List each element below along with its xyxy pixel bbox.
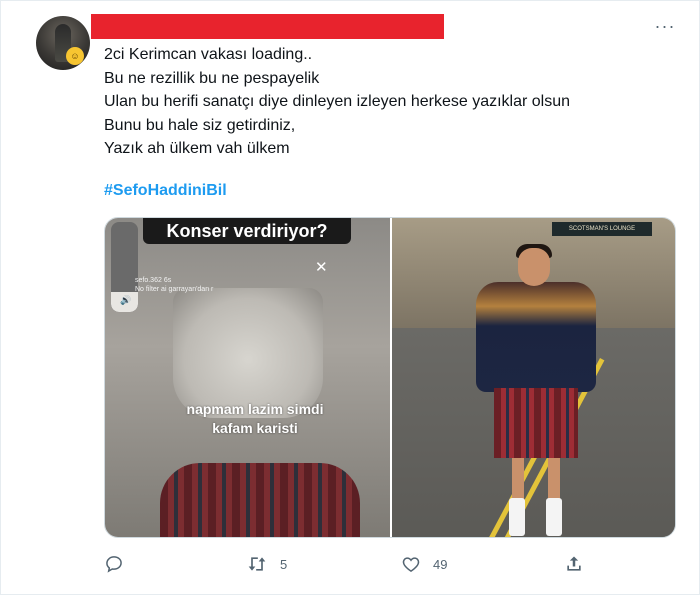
retweet-button[interactable]: 5 (246, 553, 287, 575)
toilet-photo (173, 288, 323, 418)
username-redaction (91, 14, 444, 39)
sock (509, 498, 525, 536)
retweet-icon (248, 557, 266, 571)
person-photo (476, 244, 596, 537)
kilt-photo (160, 463, 360, 537)
share-button[interactable] (564, 553, 584, 575)
jacket (476, 282, 596, 392)
more-icon[interactable]: ··· (653, 17, 677, 37)
like-icon (402, 557, 420, 572)
tweet-line: 2ci Kerimcan vakası loading.. (104, 46, 313, 63)
shop-sign: SCOTSMAN'S LOUNGE (552, 222, 652, 236)
emoji-icon: ☺ (66, 47, 84, 65)
image-banner: Konser verdiriyor? (143, 218, 351, 244)
volume-slider[interactable]: 🔊 (111, 222, 138, 312)
avatar[interactable]: ☺ (36, 16, 90, 70)
image-caption: napmam lazim simdi kafam karisti (175, 400, 335, 438)
story-sub: No filter ai garrayan'dan r (135, 286, 214, 293)
action-bar: 5 49 (1, 549, 700, 579)
volume-icon: 🔊 (120, 295, 132, 305)
like-count: 49 (433, 556, 448, 572)
story-user: sefo.362 (135, 277, 162, 284)
kilt (494, 388, 578, 458)
tweet-line: Bunu bu hale siz getirdiniz, (104, 116, 296, 134)
media-image-left[interactable]: Konser verdiriyor? 🔊 sefo.362 6s No filt… (105, 218, 390, 537)
media-grid: Konser verdiriyor? 🔊 sefo.362 6s No filt… (104, 217, 676, 538)
share-icon (567, 556, 581, 571)
media-image-right[interactable]: SCOTSMAN'S LOUNGE (392, 218, 675, 537)
reply-button[interactable] (104, 553, 124, 575)
sock (546, 498, 562, 536)
reply-icon (106, 556, 122, 573)
caption-line: kafam karisti (212, 420, 298, 436)
head (518, 248, 550, 286)
caption-line: napmam lazim simdi (186, 401, 324, 417)
like-button[interactable]: 49 (401, 553, 447, 575)
hashtag-link[interactable]: #SefoHaddiniBil (104, 182, 227, 200)
story-time: 6s (163, 277, 172, 284)
retweet-count: 5 (280, 556, 288, 572)
close-icon: ✕ (315, 259, 328, 276)
tweet-line: Bu ne rezillik bu ne pespayelik (104, 69, 320, 87)
tweet-line: Yazık ah ülkem vah ülkem (104, 140, 290, 157)
tweet-line: Ulan bu herifi sanatçı diye dinleyen izl… (104, 93, 571, 110)
tweet-card: ☺ ··· 2ci Kerimcan vakası loading.. Bu n… (0, 0, 700, 595)
tweet-text: 2ci Kerimcan vakası loading.. Bu ne rezi… (104, 43, 664, 161)
story-header: sefo.362 6s No filter ai garrayan'dan r (135, 276, 213, 294)
